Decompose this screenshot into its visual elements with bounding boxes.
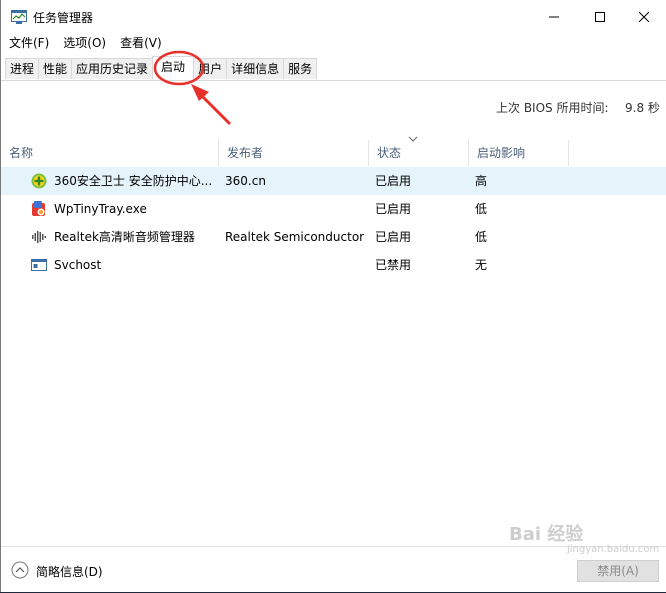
row-status: 已启用 (375, 230, 412, 244)
table-header: 名称 发布者 状态 启动影响 (1, 140, 666, 166)
column-header-impact[interactable]: 启动影响 (469, 140, 569, 166)
row-publisher (225, 251, 365, 279)
tab-users[interactable]: 用户 (193, 58, 228, 79)
disable-button[interactable]: 禁用(A) (577, 560, 659, 582)
close-button[interactable] (621, 0, 666, 34)
row-impact: 无 (475, 258, 488, 272)
window-title: 任务管理器 (33, 11, 94, 25)
row-status: 已禁用 (375, 258, 412, 272)
table-row[interactable]: WpTinyTray.exe 已启用 低 (1, 195, 666, 223)
tab-app-history[interactable]: 应用历史记录 (71, 58, 154, 79)
tab-performance[interactable]: 性能 (38, 58, 73, 79)
svchost-icon (31, 259, 47, 271)
tab-bar: 进程 性能 应用历史记录 启动 用户 详细信息 服务 (1, 56, 666, 81)
menu-file[interactable]: 文件(F) (1, 34, 55, 54)
task-manager-window: 任务管理器 文件(F) 选项(O) 查看(V) 进程 性能 应用历史记录 启动 … (0, 0, 666, 592)
realtek-audio-icon (32, 231, 46, 243)
column-header-status[interactable]: 状态 (369, 140, 469, 166)
menu-options[interactable]: 选项(O) (55, 34, 112, 54)
maximize-icon (595, 12, 605, 22)
baidu-watermark: Bai 经验 (509, 524, 584, 545)
row-impact: 高 (475, 174, 488, 188)
baidu-watermark-url: jingyan.baidu.com (567, 544, 660, 555)
task-manager-icon (11, 10, 27, 24)
fewer-details-link[interactable]: 简略信息(D) (36, 563, 103, 580)
close-icon (639, 12, 649, 22)
row-publisher: 360.cn (225, 174, 266, 188)
360-security-icon (31, 173, 47, 189)
menu-view[interactable]: 查看(V) (112, 34, 168, 54)
menu-bar: 文件(F) 选项(O) 查看(V) (1, 34, 168, 54)
row-impact: 低 (475, 230, 488, 244)
row-name: Svchost (54, 258, 102, 272)
title-bar[interactable]: 任务管理器 (1, 0, 666, 34)
tab-processes[interactable]: 进程 (5, 58, 40, 79)
row-impact: 低 (475, 202, 488, 216)
chevron-up-circle-icon[interactable] (11, 561, 29, 579)
table-row[interactable]: Realtek高清晰音频管理器 Realtek Semiconductor 已启… (1, 223, 666, 251)
row-publisher: Realtek Semiconductor (225, 230, 365, 244)
row-name: 360安全卫士 安全防护中心... (54, 174, 213, 188)
row-publisher (225, 195, 365, 223)
table-row[interactable]: 360安全卫士 安全防护中心... 360.cn 已启用 高 (1, 167, 666, 195)
row-status: 已启用 (375, 202, 412, 216)
bios-time-value: 9.8 秒 (625, 101, 660, 115)
tab-details[interactable]: 详细信息 (226, 58, 285, 79)
minimize-icon (549, 16, 559, 18)
table-row[interactable]: Svchost 已禁用 无 (1, 251, 666, 279)
row-status: 已启用 (375, 174, 412, 188)
maximize-button[interactable] (577, 0, 623, 34)
startup-list: 360安全卫士 安全防护中心... 360.cn 已启用 高 WpTinyTra… (1, 167, 666, 279)
column-header-publisher[interactable]: 发布者 (219, 140, 369, 166)
column-header-name[interactable]: 名称 (1, 140, 219, 166)
tab-startup[interactable]: 启动 (152, 56, 195, 79)
row-name: WpTinyTray.exe (54, 202, 147, 216)
tab-services[interactable]: 服务 (283, 58, 318, 79)
row-name: Realtek高清晰音频管理器 (54, 230, 195, 244)
bios-time-label: 上次 BIOS 所用时间: (496, 101, 609, 115)
wptinytray-icon (32, 201, 45, 216)
minimize-button[interactable] (531, 0, 577, 34)
